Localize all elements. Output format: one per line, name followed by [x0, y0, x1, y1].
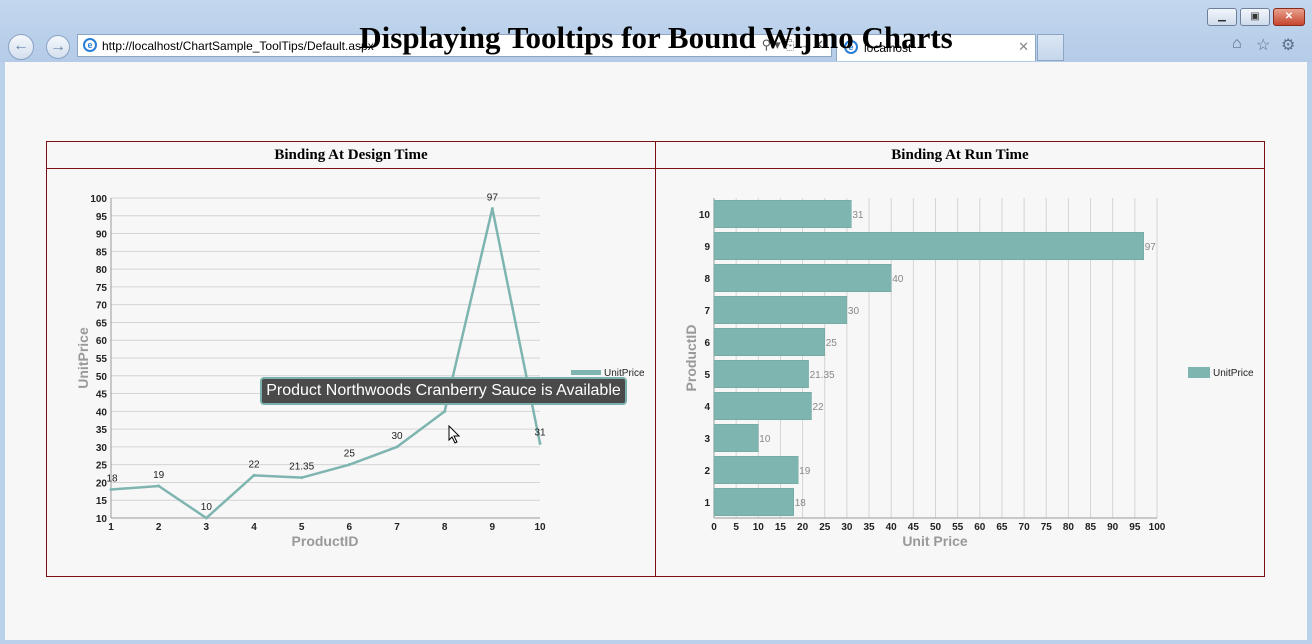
- series-line-unitprice: [110, 208, 542, 520]
- data-label: 22: [248, 459, 260, 470]
- y-tick-label: 60: [96, 336, 108, 347]
- data-point: [109, 488, 113, 492]
- data-label: 30: [391, 431, 403, 442]
- y-tick-label: 50: [96, 372, 108, 383]
- y-tick-label: 95: [96, 212, 108, 223]
- data-point: [443, 409, 447, 413]
- legend-swatch: [571, 370, 601, 375]
- line-chart[interactable]: 1015202530354045505560657075808590951001…: [0, 0, 1312, 644]
- data-label: 97: [487, 193, 499, 204]
- data-label: 31: [534, 427, 546, 438]
- data-label: 18: [106, 474, 118, 485]
- data-label: 19: [153, 470, 165, 481]
- x-tick-label: 7: [394, 522, 400, 533]
- data-point: [347, 463, 351, 467]
- data-label: 25: [344, 449, 356, 460]
- data-point: [395, 445, 399, 449]
- data-point: [157, 484, 161, 488]
- x-tick-label: 1: [108, 522, 114, 533]
- x-tick-label: 9: [490, 522, 496, 533]
- x-axis-title: ProductID: [292, 533, 359, 549]
- data-point: [300, 476, 304, 480]
- data-point: [490, 207, 494, 211]
- y-tick-label: 10: [96, 514, 108, 525]
- y-axis-title: UnitPrice: [75, 327, 91, 389]
- y-tick-label: 80: [96, 265, 108, 276]
- x-tick-label: 3: [204, 522, 210, 533]
- x-tick-label: 5: [299, 522, 305, 533]
- y-tick-label: 45: [96, 390, 108, 401]
- y-tick-label: 75: [96, 283, 108, 294]
- mouse-cursor-icon: [448, 425, 461, 444]
- y-tick-label: 85: [96, 247, 108, 258]
- y-tick-label: 40: [96, 407, 108, 418]
- chart-tooltip: Product Northwoods Cranberry Sauce is Av…: [260, 377, 627, 405]
- y-tick-label: 35: [96, 425, 108, 436]
- y-tick-label: 15: [96, 496, 108, 507]
- x-tick-label: 10: [534, 522, 546, 533]
- y-tick-label: 90: [96, 230, 108, 241]
- y-tick-label: 65: [96, 318, 108, 329]
- data-point: [538, 441, 542, 445]
- y-tick-label: 30: [96, 443, 108, 454]
- x-tick-label: 4: [251, 522, 257, 533]
- data-point: [252, 473, 256, 477]
- x-tick-label: 6: [347, 522, 353, 533]
- y-tick-label: 70: [96, 301, 108, 312]
- data-label: 10: [201, 502, 213, 513]
- y-tick-label: 100: [90, 194, 107, 205]
- data-point: [204, 516, 208, 520]
- x-tick-label: 2: [156, 522, 162, 533]
- x-tick-label: 8: [442, 522, 448, 533]
- data-label: 21.35: [289, 462, 314, 473]
- y-tick-label: 25: [96, 461, 108, 472]
- y-tick-label: 55: [96, 354, 108, 365]
